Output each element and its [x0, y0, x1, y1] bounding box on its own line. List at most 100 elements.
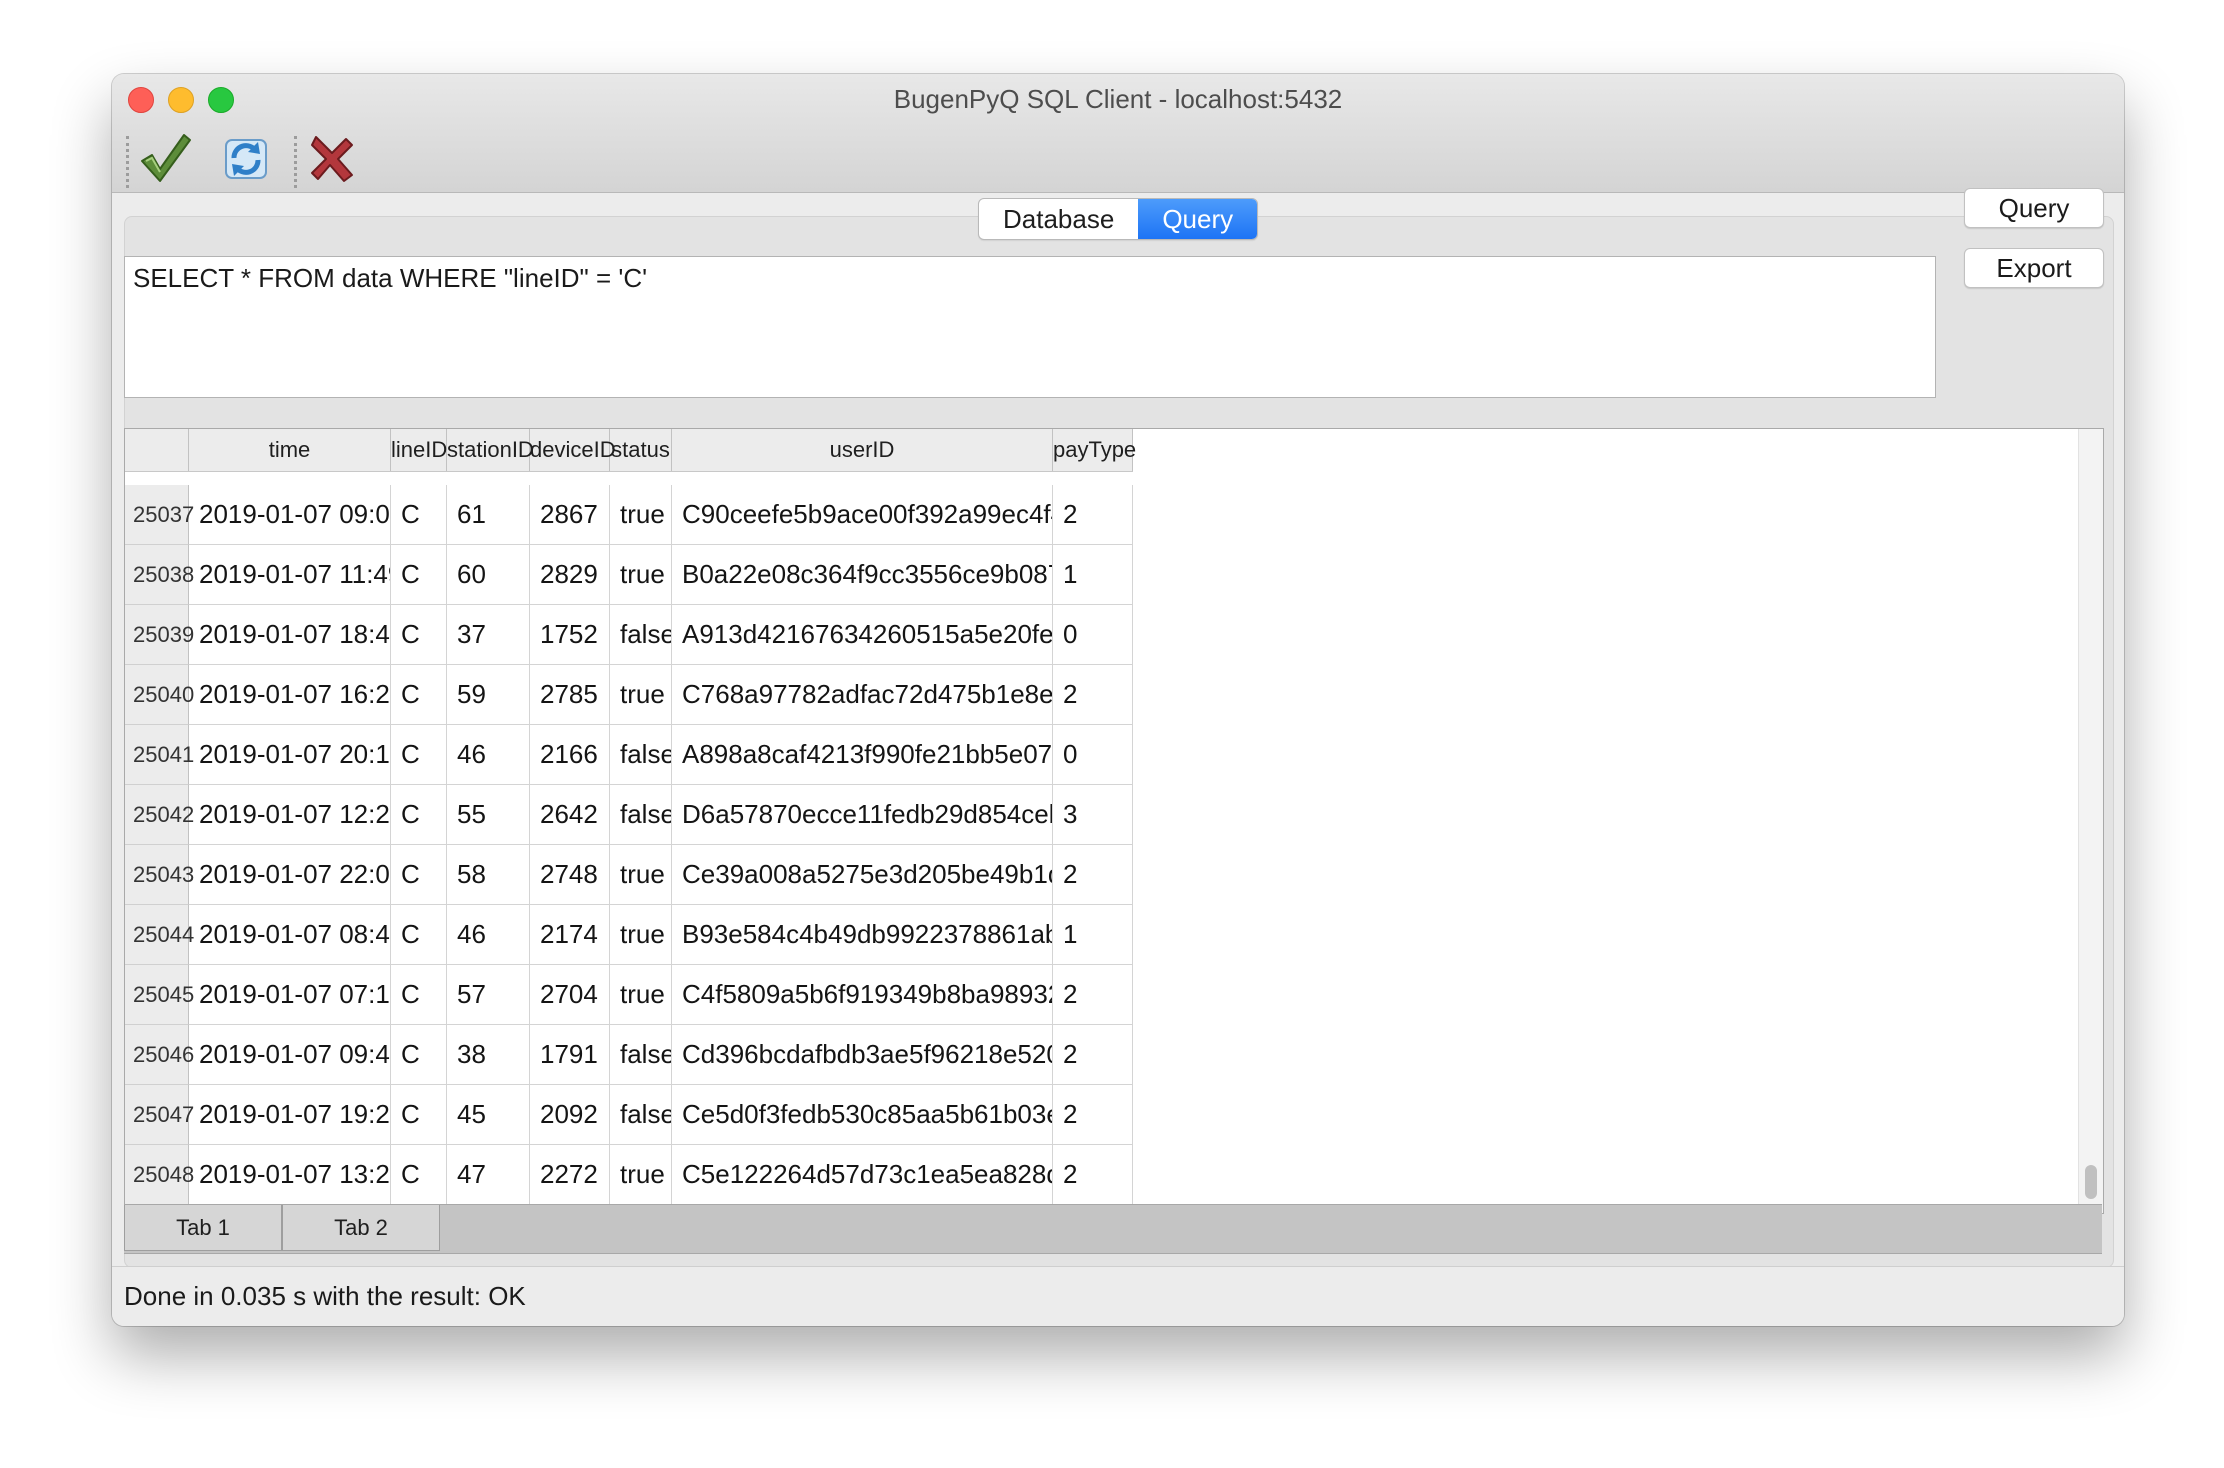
table-cell[interactable]: C [391, 1025, 447, 1085]
row-index[interactable]: 25040 [125, 665, 194, 725]
column-header[interactable]: status [610, 429, 672, 471]
table-cell[interactable]: 47 [447, 1145, 530, 1205]
query-editor[interactable]: SELECT * FROM data WHERE "lineID" = 'C' [124, 256, 1936, 398]
table-cell[interactable]: B0a22e08c364f9cc3556ce9b087af5bad [672, 545, 1053, 605]
table-cell[interactable]: 2019-01-07 09:42:51 [189, 1025, 391, 1085]
table-cell[interactable]: 45 [447, 1085, 530, 1145]
table-cell[interactable]: false [610, 725, 672, 785]
table-cell[interactable]: 2019-01-07 07:19:51 [189, 965, 391, 1025]
vertical-scrollbar[interactable] [2078, 429, 2103, 1213]
table-cell[interactable]: C [391, 545, 447, 605]
table-cell[interactable]: A913d42167634260515a5e20fee80aa47 [672, 605, 1053, 665]
table-cell[interactable]: 2785 [530, 665, 610, 725]
query-button[interactable]: Query [1964, 188, 2104, 228]
table-cell[interactable]: 1752 [530, 605, 610, 665]
table-cell[interactable]: 2704 [530, 965, 610, 1025]
table-cell[interactable]: 2642 [530, 785, 610, 845]
row-index[interactable]: 25044 [125, 905, 194, 965]
table-cell[interactable]: 2019-01-07 18:43:48 [189, 605, 391, 665]
table-cell[interactable]: C5e122264d57d73c1ea5ea828dc18eed7 [672, 1145, 1053, 1205]
column-header[interactable]: payType [1053, 429, 1136, 471]
table-cell[interactable]: true [610, 845, 672, 905]
row-index[interactable]: 25043 [125, 845, 194, 905]
table-cell[interactable]: Ce39a008a5275e3d205be49b1d41991f5 [672, 845, 1053, 905]
table-cell[interactable]: true [610, 545, 672, 605]
table-cell[interactable]: 2092 [530, 1085, 610, 1145]
table-row[interactable]: 250462019-01-07 09:42:51C381791falseCd39… [125, 1025, 1133, 1085]
table-cell[interactable]: 0 [1053, 605, 1133, 665]
table-row[interactable]: 250402019-01-07 16:21:43C592785trueC768a… [125, 665, 1133, 725]
table-cell[interactable]: C4f5809a5b6f919349b8ba98932f99b8a [672, 965, 1053, 1025]
table-cell[interactable]: 2019-01-07 16:21:43 [189, 665, 391, 725]
bottom-tab-1[interactable]: Tab 1 [124, 1205, 282, 1251]
table-cell[interactable]: C [391, 605, 447, 665]
table-row[interactable]: 250372019-01-07 09:04:47C612867trueC90ce… [125, 485, 1133, 545]
row-index[interactable]: 25039 [125, 605, 194, 665]
table-cell[interactable]: 0 [1053, 725, 1133, 785]
table-row[interactable]: 250472019-01-07 19:28:42C452092falseCe5d… [125, 1085, 1133, 1145]
table-cell[interactable]: Ce5d0f3fedb530c85aa5b61b03e8d89ea [672, 1085, 1053, 1145]
table-cell[interactable]: 46 [447, 905, 530, 965]
table-cell[interactable]: true [610, 1145, 672, 1205]
table-cell[interactable]: 2748 [530, 845, 610, 905]
column-header[interactable]: lineID [391, 429, 447, 471]
table-cell[interactable]: 2166 [530, 725, 610, 785]
table-cell[interactable]: 55 [447, 785, 530, 845]
table-cell[interactable]: 46 [447, 725, 530, 785]
table-cell[interactable]: 2019-01-07 09:04:47 [189, 485, 391, 545]
table-cell[interactable]: 1 [1053, 545, 1133, 605]
table-row[interactable]: 250482019-01-07 13:27:47C472272trueC5e12… [125, 1145, 1133, 1205]
table-cell[interactable]: 2867 [530, 485, 610, 545]
table-cell[interactable]: false [610, 1085, 672, 1145]
bottom-tab-2[interactable]: Tab 2 [282, 1205, 440, 1251]
table-cell[interactable]: true [610, 485, 672, 545]
table-row[interactable]: 250422019-01-07 12:21:37C552642falseD6a5… [125, 785, 1133, 845]
row-index[interactable]: 25042 [125, 785, 194, 845]
table-cell[interactable]: true [610, 965, 672, 1025]
column-header[interactable]: userID [672, 429, 1053, 471]
table-cell[interactable]: 2019-01-07 12:21:37 [189, 785, 391, 845]
tab-query[interactable]: Query [1138, 199, 1258, 239]
rollback-button[interactable] [300, 128, 364, 188]
table-cell[interactable]: false [610, 785, 672, 845]
table-cell[interactable]: false [610, 1025, 672, 1085]
table-cell[interactable]: 2019-01-07 13:27:47 [189, 1145, 391, 1205]
table-cell[interactable]: 58 [447, 845, 530, 905]
column-header[interactable]: stationID [447, 429, 534, 471]
table-cell[interactable]: 2 [1053, 485, 1133, 545]
row-index[interactable]: 25046 [125, 1025, 194, 1085]
table-cell[interactable]: 2019-01-07 20:16:09 [189, 725, 391, 785]
export-button[interactable]: Export [1964, 248, 2104, 288]
refresh-button[interactable] [214, 128, 278, 188]
table-cell[interactable]: C768a97782adfac72d475b1e8e130831a [672, 665, 1053, 725]
table-cell[interactable]: B93e584c4b49db9922378861abbe8311e [672, 905, 1053, 965]
table-cell[interactable]: 1 [1053, 905, 1133, 965]
table-cell[interactable]: 2272 [530, 1145, 610, 1205]
table-cell[interactable]: C [391, 485, 447, 545]
row-index[interactable]: 25037 [125, 485, 194, 545]
table-cell[interactable]: 1791 [530, 1025, 610, 1085]
row-index[interactable]: 25047 [125, 1085, 194, 1145]
table-cell[interactable]: 59 [447, 665, 530, 725]
table-cell[interactable]: 2829 [530, 545, 610, 605]
tab-database[interactable]: Database [979, 199, 1138, 239]
table-cell[interactable]: true [610, 905, 672, 965]
table-cell[interactable]: 2019-01-07 22:04:58 [189, 845, 391, 905]
table-cell[interactable]: C90ceefe5b9ace00f392a99ec4f424be8 [672, 485, 1053, 545]
scrollbar-thumb[interactable] [2085, 1165, 2097, 1199]
table-cell[interactable]: C [391, 905, 447, 965]
table-cell[interactable]: false [610, 605, 672, 665]
row-index[interactable]: 25038 [125, 545, 194, 605]
table-cell[interactable]: C [391, 1145, 447, 1205]
table-cell[interactable]: 2 [1053, 965, 1133, 1025]
table-cell[interactable]: 37 [447, 605, 530, 665]
table-row[interactable]: 250442019-01-07 08:43:41C462174trueB93e5… [125, 905, 1133, 965]
table-row[interactable]: 250392019-01-07 18:43:48C371752falseA913… [125, 605, 1133, 665]
table-cell[interactable]: A898a8caf4213f990fe21bb5e079b5465 [672, 725, 1053, 785]
table-cell[interactable]: 2019-01-07 19:28:42 [189, 1085, 391, 1145]
table-cell[interactable]: C [391, 1085, 447, 1145]
table-cell[interactable]: 38 [447, 1025, 530, 1085]
table-cell[interactable]: C [391, 725, 447, 785]
row-index[interactable]: 25045 [125, 965, 194, 1025]
table-cell[interactable]: 2 [1053, 1025, 1133, 1085]
